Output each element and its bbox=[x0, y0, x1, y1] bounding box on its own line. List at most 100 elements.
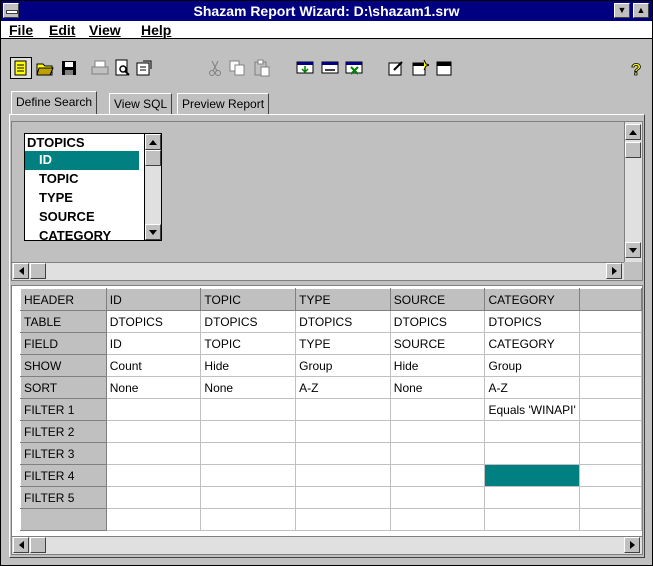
grid-cell[interactable]: DTOPICS bbox=[389, 310, 486, 333]
grid-cell[interactable] bbox=[200, 464, 297, 487]
grid-row-header[interactable] bbox=[20, 508, 107, 531]
grid-cell[interactable] bbox=[389, 508, 486, 531]
grid-cell[interactable]: DTOPICS bbox=[484, 310, 581, 333]
grid-cell[interactable] bbox=[105, 464, 202, 487]
grid-cell[interactable] bbox=[484, 420, 581, 443]
grid-cell[interactable] bbox=[389, 398, 486, 421]
grid-cell[interactable]: Group bbox=[484, 354, 581, 377]
edit-icon[interactable] bbox=[385, 57, 407, 79]
field-type[interactable]: TYPE bbox=[25, 189, 139, 208]
grid-cell[interactable] bbox=[105, 442, 202, 465]
grid-cell[interactable] bbox=[389, 464, 486, 487]
grid-cell[interactable] bbox=[579, 398, 642, 421]
design-horizontal-scrollbar[interactable] bbox=[12, 262, 624, 280]
grid-cell[interactable]: DTOPICS bbox=[295, 310, 391, 333]
grid-column-header[interactable]: SOURCE bbox=[389, 288, 486, 311]
grid-cell[interactable]: Equals 'WINAPI' bbox=[484, 398, 581, 421]
grid-cell[interactable]: Hide bbox=[389, 354, 486, 377]
field-topic[interactable]: TOPIC bbox=[25, 170, 139, 189]
save-icon[interactable] bbox=[58, 57, 80, 79]
grid-cell[interactable] bbox=[389, 486, 486, 509]
maximize-button[interactable]: ▲ bbox=[633, 3, 649, 18]
print-icon[interactable] bbox=[89, 57, 111, 79]
grid-row-header[interactable]: FILTER 2 bbox=[20, 420, 107, 443]
grid-cell[interactable] bbox=[579, 310, 642, 333]
grid-cell[interactable]: A-Z bbox=[295, 376, 391, 399]
menu-edit[interactable]: Edit bbox=[49, 22, 75, 38]
scroll-thumb[interactable] bbox=[145, 150, 161, 166]
grid-cell[interactable] bbox=[484, 508, 581, 531]
grid-cell[interactable]: None bbox=[389, 376, 486, 399]
grid-row-header[interactable]: SHOW bbox=[20, 354, 107, 377]
grid-cell[interactable] bbox=[579, 376, 642, 399]
grid-row-header[interactable]: FIELD bbox=[20, 332, 107, 355]
scroll-right-button[interactable] bbox=[606, 263, 622, 279]
grid-column-header[interactable]: ID bbox=[105, 288, 202, 311]
grid-cell[interactable] bbox=[295, 486, 391, 509]
properties-icon[interactable] bbox=[133, 57, 155, 79]
grid-cell[interactable]: TOPIC bbox=[200, 332, 297, 355]
scroll-up-button[interactable] bbox=[625, 124, 641, 140]
title-bar[interactable]: Shazam Report Wizard: D:\shazam1.srw ▼ ▲ bbox=[1, 1, 652, 21]
grid-cell[interactable] bbox=[200, 420, 297, 443]
grid-cell[interactable]: None bbox=[105, 376, 202, 399]
grid-cell[interactable] bbox=[295, 420, 391, 443]
scroll-right-button[interactable] bbox=[624, 537, 640, 553]
grid-row-header[interactable]: FILTER 5 bbox=[20, 486, 107, 509]
grid-cell[interactable] bbox=[579, 508, 642, 531]
grid-cell[interactable] bbox=[484, 442, 581, 465]
print-preview-icon[interactable] bbox=[111, 57, 133, 79]
field-category[interactable]: CATEGORY bbox=[25, 227, 139, 246]
grid-cell[interactable] bbox=[484, 464, 581, 487]
scroll-up-button[interactable] bbox=[145, 134, 161, 150]
grid-cell[interactable]: Hide bbox=[200, 354, 297, 377]
field-id[interactable]: ID bbox=[25, 151, 139, 170]
grid-cell[interactable] bbox=[295, 442, 391, 465]
grid-cell[interactable]: Count bbox=[105, 354, 202, 377]
field-list-scrollbar[interactable] bbox=[144, 134, 161, 240]
grid-cell[interactable]: DTOPICS bbox=[105, 310, 202, 333]
scroll-thumb[interactable] bbox=[625, 142, 641, 158]
insert-icon[interactable] bbox=[409, 57, 431, 79]
grid-row-header[interactable]: FILTER 4 bbox=[20, 464, 107, 487]
help-icon[interactable]: ? bbox=[624, 57, 646, 79]
grid-cell[interactable]: ID bbox=[105, 332, 202, 355]
menu-file[interactable]: File bbox=[9, 22, 33, 38]
grid-column-header[interactable] bbox=[579, 288, 642, 311]
grid-cell[interactable] bbox=[200, 486, 297, 509]
paste-icon[interactable] bbox=[251, 57, 273, 79]
grid-cell[interactable] bbox=[579, 354, 642, 377]
grid-row-header[interactable]: FILTER 3 bbox=[20, 442, 107, 465]
grid-cell[interactable] bbox=[295, 398, 391, 421]
grid-cell[interactable] bbox=[579, 442, 642, 465]
copy-icon[interactable] bbox=[226, 57, 248, 79]
new-report-icon[interactable] bbox=[10, 57, 32, 79]
open-folder-icon[interactable] bbox=[34, 57, 56, 79]
tab-view-sql[interactable]: View SQL bbox=[109, 93, 173, 115]
scroll-thumb[interactable] bbox=[30, 263, 46, 279]
grid-cell[interactable] bbox=[389, 420, 486, 443]
grid-cell[interactable] bbox=[579, 420, 642, 443]
grid-cell[interactable] bbox=[105, 420, 202, 443]
grid-cell[interactable] bbox=[105, 486, 202, 509]
design-vertical-scrollbar[interactable] bbox=[624, 122, 642, 262]
grid-cell[interactable] bbox=[200, 398, 297, 421]
grid-column-header[interactable]: TYPE bbox=[295, 288, 391, 311]
menu-help[interactable]: Help bbox=[141, 22, 171, 38]
scroll-left-button[interactable] bbox=[13, 537, 29, 553]
grid-row-header[interactable]: SORT bbox=[20, 376, 107, 399]
grid-cell[interactable] bbox=[200, 442, 297, 465]
scroll-thumb[interactable] bbox=[30, 537, 46, 553]
grid-cell[interactable]: A-Z bbox=[484, 376, 581, 399]
grid-cell[interactable]: None bbox=[200, 376, 297, 399]
grid-cell[interactable] bbox=[484, 486, 581, 509]
cut-icon[interactable] bbox=[204, 57, 226, 79]
grid-cell[interactable] bbox=[295, 508, 391, 531]
grid-column-header[interactable]: CATEGORY bbox=[484, 288, 581, 311]
scroll-down-button[interactable] bbox=[625, 242, 641, 258]
grid-cell[interactable]: CATEGORY bbox=[484, 332, 581, 355]
grid-cell[interactable] bbox=[579, 486, 642, 509]
layout-icon[interactable] bbox=[433, 57, 455, 79]
add-table-icon[interactable] bbox=[294, 57, 316, 79]
grid-cell[interactable] bbox=[579, 464, 642, 487]
